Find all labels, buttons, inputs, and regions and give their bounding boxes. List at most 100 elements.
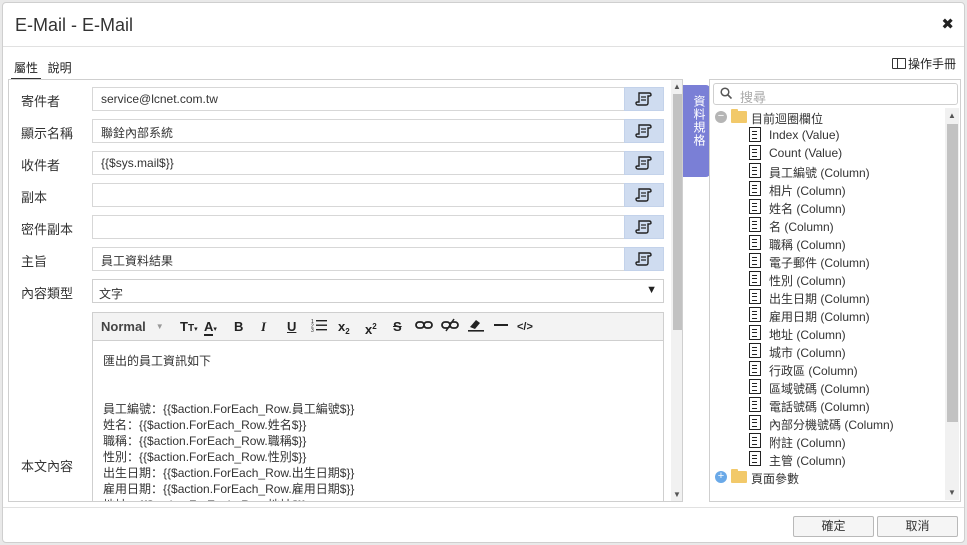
search-placeholder: 搜尋 <box>740 90 767 105</box>
body-content-label: 本文內容 <box>21 459 74 474</box>
scroll-up-icon[interactable]: ▲ <box>673 82 681 91</box>
underline-icon[interactable]: U <box>287 318 296 336</box>
tree-item[interactable]: 姓名 (Column) <box>713 198 945 216</box>
ok-button[interactable]: 確定 <box>793 516 874 537</box>
tree-item-label: 區域號碼 (Column) <box>769 382 870 396</box>
source-code-icon[interactable]: </> <box>517 318 533 336</box>
unlink-icon[interactable] <box>441 318 459 336</box>
tree-root-page-params[interactable]: + 頁面參數 <box>713 468 945 486</box>
manual-link[interactable]: 操作手冊 <box>891 55 956 72</box>
scroll-script-icon <box>635 252 652 266</box>
expression-button[interactable] <box>624 119 664 143</box>
format-select[interactable]: Normal ▼ <box>101 318 164 336</box>
clear-format-icon[interactable] <box>467 318 485 336</box>
tab-description[interactable]: 說明 <box>45 59 75 78</box>
field-input[interactable]: {{$sys.mail$}} <box>92 151 625 175</box>
expression-button[interactable] <box>624 183 664 207</box>
superscript-icon[interactable]: x2 <box>365 318 377 337</box>
field-input[interactable]: service@lcnet.com.tw <box>92 87 625 111</box>
tree-item[interactable]: 行政區 (Column) <box>713 360 945 378</box>
document-icon <box>749 217 761 232</box>
tree-item[interactable]: 員工編號 (Column) <box>713 162 945 180</box>
document-icon <box>749 145 761 160</box>
italic-icon[interactable]: I <box>261 318 266 336</box>
scroll-script-icon <box>635 220 652 234</box>
subscript-icon[interactable]: x2 <box>338 318 350 336</box>
content-type-row: 內容類型 文字 ▼ <box>9 278 669 304</box>
tree-item-label: 相片 (Column) <box>769 184 846 198</box>
tree-item[interactable]: 雇用日期 (Column) <box>713 306 945 324</box>
scroll-script-icon <box>635 124 652 138</box>
folder-icon <box>731 109 747 123</box>
tree-item[interactable]: 電子郵件 (Column) <box>713 252 945 270</box>
expression-button[interactable] <box>624 151 664 175</box>
email-dialog: E-Mail - E-Mail ✖ 屬性 說明 操作手冊 寄件者 service@… <box>2 2 965 543</box>
tree-item-label: 城市 (Column) <box>769 346 846 360</box>
editor-line: 職稱：{{$action.ForEach_Row.職稱$}} <box>103 434 307 448</box>
tree-item-label: 地址 (Column) <box>769 328 846 342</box>
tree-search-box[interactable]: 搜尋 <box>713 83 958 105</box>
ordered-list-icon[interactable]: 123 <box>311 318 327 336</box>
tree-item[interactable]: 出生日期 (Column) <box>713 288 945 306</box>
expression-button[interactable] <box>624 215 664 239</box>
horizontal-rule-icon[interactable] <box>493 318 509 336</box>
tree-item[interactable]: 內部分機號碼 (Column) <box>713 414 945 432</box>
editor-content[interactable]: 匯出的員工資訊如下 員工編號：{{$action.ForEach_Row.員工編號… <box>93 341 663 501</box>
tree-item-label: 職稱 (Column) <box>769 238 846 252</box>
expand-icon[interactable]: + <box>715 471 727 483</box>
scrollbar-thumb[interactable] <box>947 124 958 422</box>
field-input[interactable] <box>92 215 625 239</box>
scrollbar-thumb[interactable] <box>673 94 682 330</box>
tree-item-label: 附註 (Column) <box>769 436 846 450</box>
cancel-button[interactable]: 取消 <box>877 516 958 537</box>
collapse-icon[interactable]: − <box>715 111 727 123</box>
tree-item[interactable]: 相片 (Column) <box>713 180 945 198</box>
tree-scrollbar[interactable]: ▲ ▼ <box>945 108 959 500</box>
tree-item[interactable]: 區域號碼 (Column) <box>713 378 945 396</box>
scroll-script-icon <box>635 92 652 106</box>
field-label: 寄件者 <box>21 94 61 109</box>
tree-item[interactable]: 主管 (Column) <box>713 450 945 468</box>
scroll-down-icon[interactable]: ▼ <box>948 488 956 497</box>
tree-item[interactable]: 電話號碼 (Column) <box>713 396 945 414</box>
book-icon <box>891 58 906 69</box>
font-color-icon[interactable]: A▾ <box>204 318 217 336</box>
tree-item-label: 名 (Column) <box>769 220 834 234</box>
expression-button[interactable] <box>624 247 664 271</box>
tree-item[interactable]: 名 (Column) <box>713 216 945 234</box>
field-input[interactable]: 聯銓內部系統 <box>92 119 625 143</box>
editor-line: 地址：{{$action.ForEach_Row.地址$}} <box>103 497 653 501</box>
link-icon[interactable] <box>415 318 433 336</box>
field-input[interactable] <box>92 183 625 207</box>
tab-properties[interactable]: 屬性 <box>11 59 42 80</box>
scroll-down-icon[interactable]: ▼ <box>673 490 681 499</box>
bold-icon[interactable]: B <box>234 318 243 336</box>
scroll-up-icon[interactable]: ▲ <box>948 111 956 120</box>
tree-item[interactable]: Count (Value) <box>713 144 945 162</box>
tree-item[interactable]: Index (Value) <box>713 126 945 144</box>
expression-button[interactable] <box>624 87 664 111</box>
strikethrough-icon[interactable]: S <box>393 318 402 336</box>
left-panel-scrollbar[interactable]: ▲ ▼ <box>671 80 682 501</box>
field-label: 主旨 <box>21 254 48 269</box>
tree-item-label: 主管 (Column) <box>769 454 846 468</box>
tree-item[interactable]: 地址 (Column) <box>713 324 945 342</box>
tree-item-label: Index (Value) <box>769 128 840 142</box>
document-icon <box>749 199 761 214</box>
data-spec-tab[interactable]: 資料規格 <box>683 85 710 177</box>
tree-item[interactable]: 性別 (Column) <box>713 270 945 288</box>
font-size-icon[interactable]: TT▾ <box>180 318 198 336</box>
tree-item[interactable]: 職稱 (Column) <box>713 234 945 252</box>
close-icon[interactable]: ✖ <box>941 15 954 33</box>
tree-item[interactable]: 附註 (Column) <box>713 432 945 450</box>
tree-item[interactable]: 城市 (Column) <box>713 342 945 360</box>
form-row: 顯示名稱 聯銓內部系統 <box>9 118 669 144</box>
field-input[interactable]: 員工資料結果 <box>92 247 625 271</box>
tree-item-label: 電子郵件 (Column) <box>769 256 870 270</box>
document-icon <box>749 415 761 430</box>
tree-root-current-loop[interactable]: − 目前迴圈欄位 <box>713 108 945 126</box>
scroll-script-icon <box>635 188 652 202</box>
content-type-select[interactable]: 文字 ▼ <box>92 279 664 303</box>
tree-item-label: 姓名 (Column) <box>769 202 846 216</box>
search-icon <box>720 87 732 99</box>
